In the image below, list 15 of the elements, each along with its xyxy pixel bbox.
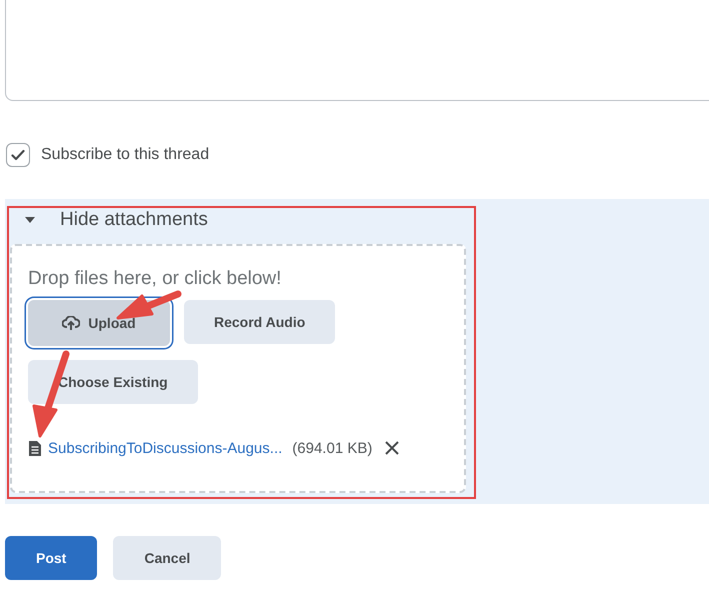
attachment-button[interactable]: Record Audio	[184, 300, 336, 344]
cloud-upload-icon	[62, 316, 80, 330]
checkmark-icon	[11, 149, 25, 161]
upload-button[interactable]: Upload	[28, 300, 170, 346]
subscribe-checkbox[interactable]	[6, 143, 30, 167]
drop-hint: Drop files here, or click below!	[28, 268, 282, 290]
file-link[interactable]: SubscribingToDiscussions-Augus...	[48, 440, 282, 456]
caret-icon	[24, 216, 36, 224]
post-button[interactable]: Post	[5, 536, 98, 580]
file-size: (694.01 KB)	[292, 440, 372, 456]
arrow-annotation	[116, 290, 182, 320]
hide-attachments-toggle[interactable]: Hide attachments	[10, 207, 208, 233]
cancel-button[interactable]: Cancel	[113, 536, 222, 580]
subscribe-label: Subscribe to this thread	[41, 146, 210, 164]
document-icon	[28, 440, 42, 456]
